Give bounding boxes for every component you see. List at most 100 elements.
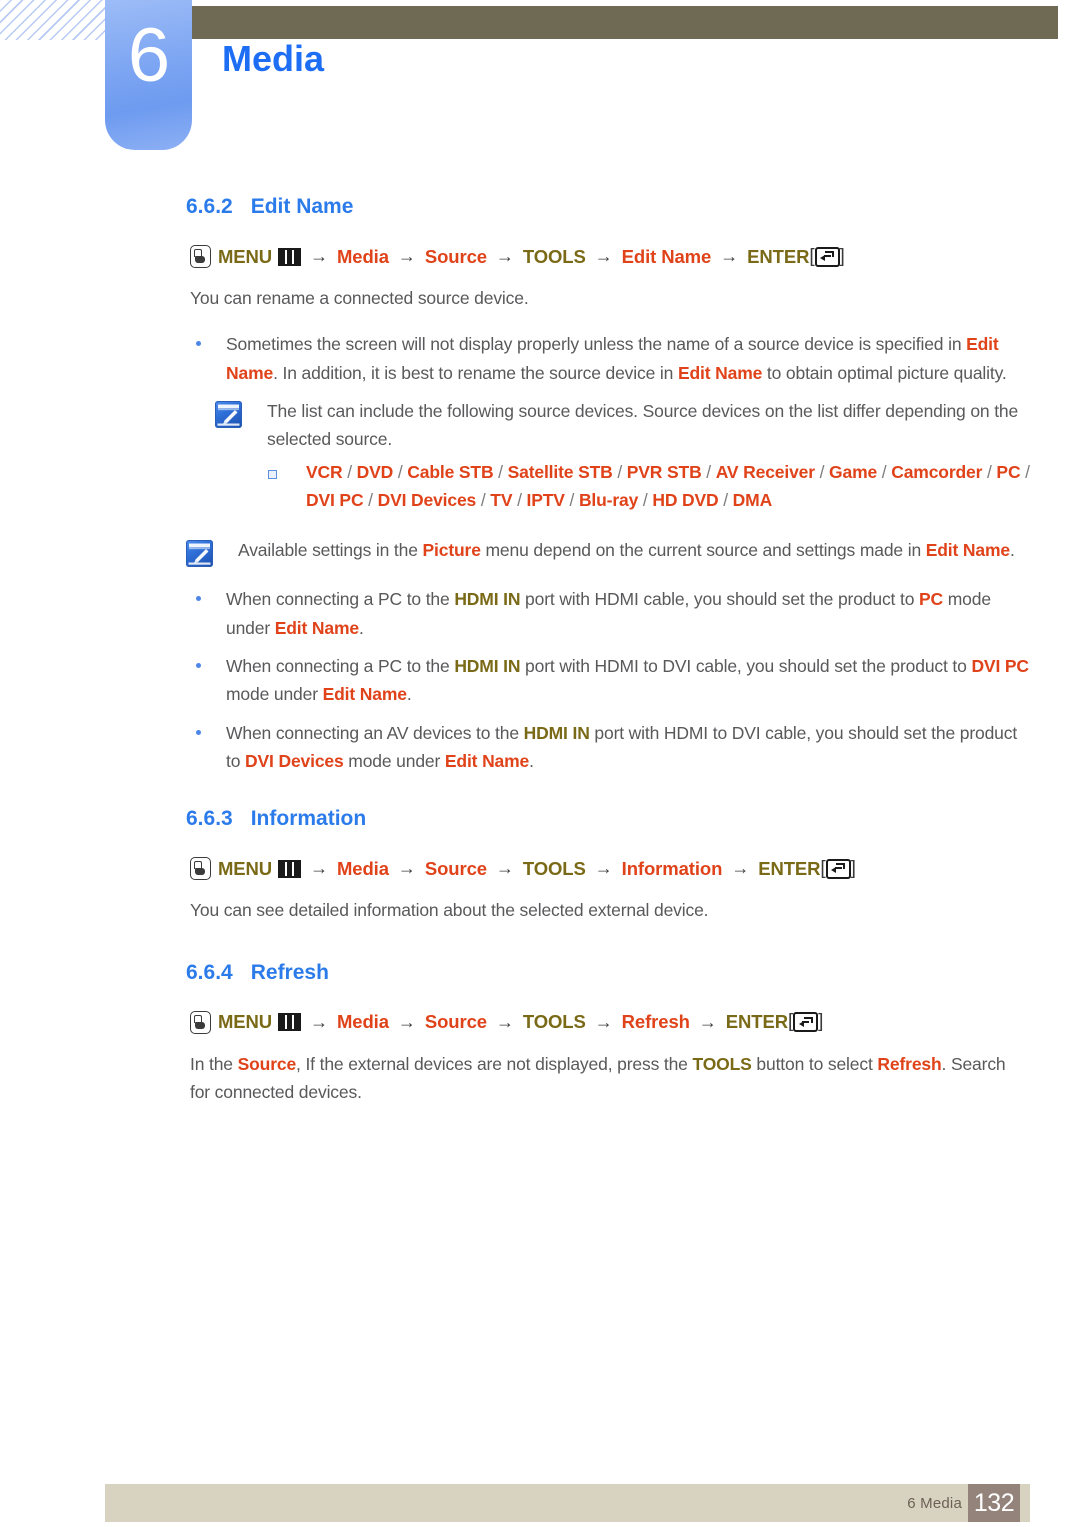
emphasis-orange: DVI PC	[971, 656, 1029, 677]
enter-label: ENTER	[725, 1011, 788, 1033]
source-device-list: VCR / DVD / Cable STB / Satellite STB / …	[306, 458, 1038, 515]
section-heading: 6.6.4 Refresh	[186, 961, 1080, 985]
bullet-text: Sometimes the screen will not display pr…	[226, 334, 1007, 383]
emphasis-orange: Edit Name	[925, 540, 1010, 561]
arrow-icon: →	[310, 858, 328, 879]
bullet-marker	[190, 719, 226, 776]
section-title: Edit Name	[250, 195, 354, 218]
menu-step-media: Media	[336, 245, 389, 267]
note-block: The list can include the following sourc…	[215, 397, 1030, 454]
section-6-6-2: 6.6.2 Edit Name MENU → Media → Source → T…	[0, 195, 1080, 775]
menu-step-refresh: Refresh	[621, 1011, 690, 1033]
arrow-icon: →	[594, 858, 613, 879]
enter-label: ENTER	[747, 245, 810, 267]
menu-step-tools: TOOLS	[522, 857, 586, 879]
menu-button-label: MENU	[218, 1011, 273, 1033]
page-number: 132	[973, 1489, 1015, 1517]
emphasis-orange: Edit Name	[444, 751, 530, 772]
press-hand-icon	[190, 857, 211, 881]
arrow-icon: →	[731, 858, 750, 879]
device-name: VCR	[306, 461, 343, 482]
section-number: 6.6.3	[186, 807, 233, 831]
device-separator: /	[701, 461, 716, 482]
menu-bars-icon	[278, 859, 302, 878]
device-name: DVI PC	[306, 490, 364, 511]
device-name: DVD	[356, 461, 394, 482]
device-name: DVI Devices	[377, 490, 477, 511]
page-content: 6.6.2 Edit Name MENU → Media → Source → T…	[0, 195, 1080, 1107]
arrow-icon: →	[310, 246, 328, 266]
note-text: Available settings in the Picture menu d…	[238, 540, 1015, 561]
device-separator: /	[814, 461, 830, 482]
device-name: PC	[996, 461, 1021, 482]
arrow-icon: →	[594, 246, 613, 266]
section-6-6-4: 6.6.4 Refresh MENU → Media → Source → TOO…	[0, 961, 1080, 1107]
emphasis-orange: Edit Name	[322, 684, 407, 705]
notepad-pen-icon	[186, 540, 213, 568]
device-separator: /	[342, 461, 357, 482]
arrow-icon: →	[495, 246, 514, 266]
menu-step-tools: TOOLS	[522, 245, 586, 267]
bullet-marker	[190, 652, 226, 709]
press-hand-icon	[190, 1010, 211, 1034]
note-text: The list can include the following sourc…	[267, 401, 1019, 450]
page-number-box: 132	[968, 1484, 1020, 1522]
menu-path-refresh: MENU → Media → Source → TOOLS → Refresh …	[190, 1010, 1080, 1034]
square-bullet-marker	[268, 458, 306, 515]
enter-key-icon	[825, 858, 851, 879]
device-separator: /	[982, 461, 997, 482]
arrow-icon: →	[720, 246, 739, 266]
notepad-pen-icon	[215, 401, 242, 429]
menu-step-information: Information	[621, 857, 723, 879]
device-name: PVR STB	[626, 461, 702, 482]
note-icon-wrap	[186, 536, 238, 568]
chapter-number: 6	[127, 13, 170, 98]
emphasis-olive: HDMI IN	[454, 589, 521, 610]
device-separator: /	[512, 490, 527, 511]
section-title: Refresh	[250, 960, 329, 984]
chapter-tab: 6	[105, 0, 192, 150]
device-list-row: VCR / DVD / Cable STB / Satellite STB / …	[268, 458, 1038, 515]
bullet-text: When connecting a PC to the HDMI IN port…	[226, 589, 991, 638]
bullet-item: When connecting an AV devices to the HDM…	[190, 719, 1030, 776]
device-name: HD DVD	[652, 490, 719, 511]
emphasis-orange: PC	[919, 589, 944, 610]
device-separator: /	[638, 490, 653, 511]
menu-path-edit-name: MENU → Media → Source → TOOLS → Edit Nam…	[190, 245, 1080, 268]
device-name: Satellite STB	[507, 461, 613, 482]
emphasis-orange: Picture	[422, 540, 481, 561]
bracket-close: ]	[850, 857, 856, 879]
emphasis-olive: HDMI IN	[523, 722, 590, 743]
menu-step-source: Source	[424, 857, 487, 879]
header-olive-bar	[192, 6, 1058, 39]
enter-key-icon	[793, 1012, 819, 1033]
emphasis-orange: Source	[237, 1053, 297, 1074]
device-separator: /	[564, 490, 579, 511]
device-name: TV	[490, 490, 513, 511]
menu-bars-icon	[278, 247, 302, 266]
device-name: Game	[829, 461, 878, 482]
bullet-item: When connecting a PC to the HDMI IN port…	[190, 652, 1030, 709]
device-name: Camcorder	[891, 461, 983, 482]
arrow-icon: →	[397, 858, 416, 879]
bullet-text: When connecting a PC to the HDMI IN port…	[226, 656, 1029, 705]
device-separator: /	[612, 461, 627, 482]
arrow-icon: →	[397, 1011, 416, 1032]
section-title: Information	[250, 807, 367, 831]
arrow-icon: →	[594, 1011, 613, 1032]
arrow-icon: →	[698, 1011, 717, 1032]
section-heading: 6.6.2 Edit Name	[186, 195, 1080, 219]
device-separator: /	[476, 490, 491, 511]
press-hand-icon	[190, 245, 211, 268]
note-block-2: Available settings in the Picture menu d…	[186, 536, 1036, 568]
page-header: 6 Media	[0, 0, 1080, 160]
device-separator: /	[493, 461, 508, 482]
menu-step-source: Source	[424, 245, 487, 267]
bullet-item: Sometimes the screen will not display pr…	[190, 330, 1030, 387]
emphasis-orange: Refresh	[877, 1053, 942, 1074]
bullet-text: When connecting an AV devices to the HDM…	[226, 722, 1018, 772]
section-heading: 6.6.3 Information	[186, 807, 1080, 831]
section-number: 6.6.2	[186, 195, 233, 218]
note-icon-wrap	[215, 397, 267, 454]
footer-chapter-label: 6 Media	[907, 1495, 962, 1512]
